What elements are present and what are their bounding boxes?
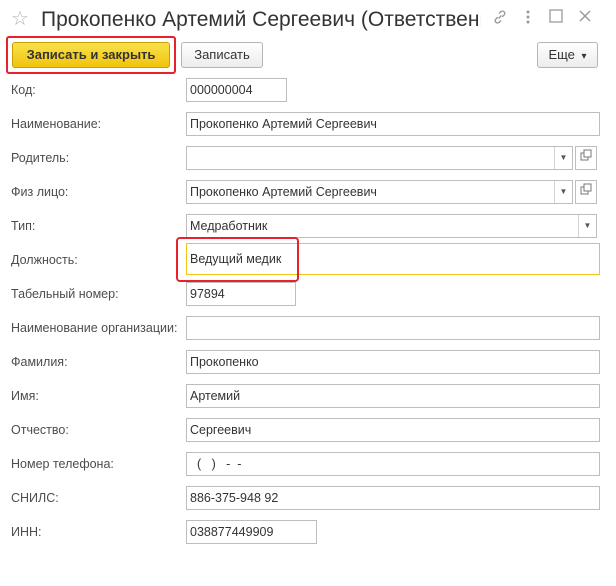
- parent-open-icon[interactable]: [575, 146, 597, 170]
- save-and-close-button[interactable]: Записать и закрыть: [12, 42, 170, 68]
- code-label: Код:: [11, 83, 36, 97]
- snils-label: СНИЛС:: [11, 491, 59, 505]
- phone-field[interactable]: ( ) - -: [186, 452, 600, 476]
- person-label: Физ лицо:: [11, 185, 69, 199]
- parent-field[interactable]: ▼: [186, 146, 573, 170]
- tab-number-field[interactable]: 97894: [186, 282, 296, 306]
- position-label: Должность:: [11, 253, 78, 267]
- position-highlight: [176, 237, 299, 282]
- inn-field[interactable]: 038877449909: [186, 520, 317, 544]
- first-name-field[interactable]: Артемий: [186, 384, 600, 408]
- link-icon[interactable]: [489, 9, 511, 29]
- patronymic-field[interactable]: Сергеевич: [186, 418, 600, 442]
- type-label: Тип:: [11, 219, 36, 233]
- org-name-field[interactable]: [186, 316, 600, 340]
- more-button[interactable]: Еще ▾: [537, 42, 598, 68]
- person-open-icon[interactable]: [575, 180, 597, 204]
- close-icon[interactable]: [574, 9, 596, 29]
- more-vert-icon[interactable]: [517, 9, 539, 29]
- org-name-label: Наименование организации:: [11, 321, 178, 335]
- parent-value: [187, 151, 190, 165]
- name-label: Наименование:: [11, 117, 102, 131]
- save-button[interactable]: Записать: [181, 42, 263, 68]
- parent-label: Родитель:: [11, 151, 70, 165]
- type-value: Медработник: [190, 219, 268, 233]
- restore-window-icon[interactable]: [545, 9, 567, 29]
- patronymic-label: Отчество:: [11, 423, 69, 437]
- type-select[interactable]: Медработник ▼: [186, 214, 597, 238]
- name-field[interactable]: Прокопенко Артемий Сергеевич: [186, 112, 600, 136]
- tab-number-label: Табельный номер:: [11, 287, 119, 301]
- favorite-star-icon[interactable]: ☆: [11, 8, 33, 30]
- first-name-label: Имя:: [11, 389, 39, 403]
- person-value: Прокопенко Артемий Сергеевич: [190, 185, 377, 199]
- type-dropdown-icon[interactable]: ▼: [578, 215, 596, 237]
- more-button-label: Еще: [548, 47, 575, 62]
- person-dropdown-icon[interactable]: ▼: [554, 181, 572, 203]
- person-field[interactable]: Прокопенко Артемий Сергеевич ▼: [186, 180, 573, 204]
- snils-field[interactable]: 886-375-948 92: [186, 486, 600, 510]
- last-name-field[interactable]: Прокопенко: [186, 350, 600, 374]
- phone-label: Номер телефона:: [11, 457, 114, 471]
- chevron-down-icon: ▾: [581, 51, 587, 62]
- inn-label: ИНН:: [11, 525, 42, 539]
- window-title: Прокопенко Артемий Сергеевич (Ответствен…: [41, 8, 481, 31]
- last-name-label: Фамилия:: [11, 355, 68, 369]
- code-field[interactable]: 000000004: [186, 78, 287, 102]
- parent-dropdown-icon[interactable]: ▼: [554, 147, 572, 169]
